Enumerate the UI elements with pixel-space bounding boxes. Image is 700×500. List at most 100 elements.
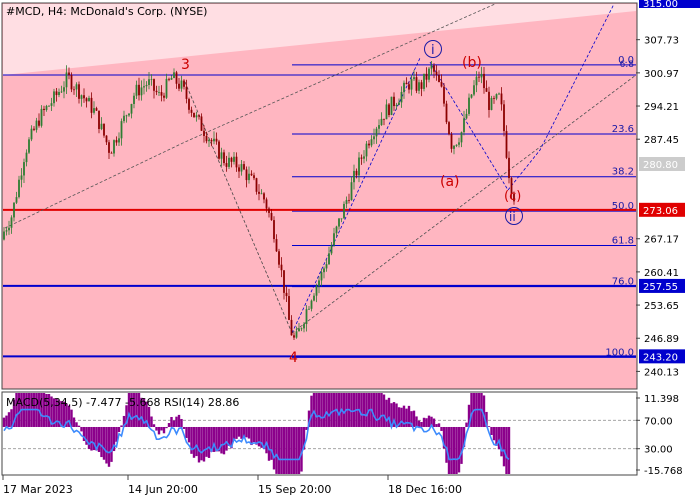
candle-body — [415, 77, 418, 91]
candle-body — [505, 131, 508, 158]
macd-histogram-bar — [487, 426, 491, 427]
macd-histogram-bar — [447, 426, 451, 474]
candle-body — [378, 125, 380, 129]
candle-body — [373, 136, 375, 140]
macd-histogram-bar — [292, 426, 296, 474]
macd-histogram-bar — [380, 393, 383, 427]
candle-body — [298, 328, 300, 332]
candle-body — [53, 91, 55, 104]
candle-body — [200, 116, 203, 131]
candle-body — [128, 113, 130, 116]
price-tick-label: 253.65 — [644, 301, 679, 312]
candle-body — [215, 138, 218, 142]
candle-body — [290, 319, 293, 336]
macd-histogram-bar — [460, 426, 463, 464]
candle-body — [275, 239, 278, 252]
candle-body — [140, 87, 143, 96]
candle-body — [213, 138, 215, 142]
macd-histogram-bar — [120, 425, 123, 427]
candle-body — [155, 90, 158, 93]
candle-body — [223, 152, 225, 164]
candle-body — [93, 108, 95, 113]
level-273-label: 273.06 — [643, 206, 678, 217]
candle-body — [450, 134, 453, 149]
macd-histogram-bar — [160, 426, 163, 431]
candle-body — [413, 77, 415, 80]
price-tick-label: 246.89 — [644, 334, 679, 345]
macd-histogram-bar — [415, 416, 418, 427]
candle-body — [123, 115, 125, 122]
candle-body — [273, 220, 275, 240]
candle-body — [398, 102, 400, 105]
candle-body — [430, 65, 433, 69]
macd-histogram-bar — [187, 426, 191, 443]
macd-histogram-bar — [205, 426, 208, 457]
candle-body — [160, 92, 163, 96]
candle-body — [70, 74, 73, 90]
macd-histogram-bar — [110, 426, 113, 462]
macd-histogram-bar — [102, 426, 106, 460]
candle-body — [358, 157, 360, 176]
candle-body — [158, 92, 160, 93]
candle-body — [248, 173, 250, 181]
candle-body — [173, 72, 175, 78]
candle-body — [348, 199, 350, 201]
candle-body — [463, 118, 465, 133]
macd-histogram-bar — [490, 426, 493, 436]
candle-body — [475, 76, 478, 86]
candle-body — [108, 142, 110, 153]
macd-histogram-bar — [502, 426, 506, 467]
candle-body — [338, 218, 340, 227]
price-tick-label: 294.21 — [644, 102, 679, 113]
macd-histogram-bar — [222, 426, 226, 455]
candle-body — [375, 128, 378, 137]
macd-histogram-bar — [75, 422, 78, 427]
candle-body — [20, 175, 23, 180]
candle-body — [78, 84, 80, 99]
candle-body — [45, 105, 48, 111]
candle-body — [190, 109, 193, 113]
level-257-label: 257.55 — [643, 282, 678, 293]
candle-body — [38, 120, 40, 126]
candle-body — [495, 94, 498, 99]
candle-body — [285, 292, 288, 297]
macd-histogram-bar — [237, 426, 241, 437]
macd-histogram-bar — [425, 418, 428, 427]
candle-body — [55, 91, 58, 96]
candle-body — [193, 112, 195, 118]
macd-histogram-bar — [295, 426, 298, 474]
macd-histogram-bar — [2, 417, 6, 427]
candle-body — [148, 79, 150, 85]
candle-body — [240, 164, 243, 172]
candle-body — [308, 308, 310, 310]
candle-body — [218, 141, 220, 159]
indicator-tick-label: 30.00 — [644, 445, 673, 456]
candle-body — [145, 84, 148, 87]
macd-histogram-bar — [77, 425, 81, 427]
candle-body — [325, 264, 328, 269]
macd-histogram-bar — [505, 426, 508, 474]
candle-body — [3, 231, 5, 240]
time-tick-label: 17 Mar 2023 — [3, 483, 73, 496]
candle-body — [435, 71, 438, 75]
price-tick-label: 300.97 — [644, 69, 679, 80]
candle-body — [483, 73, 485, 89]
candle-body — [343, 203, 345, 219]
macd-histogram-bar — [117, 426, 121, 432]
macd-histogram-bar — [267, 426, 271, 461]
candle-body — [203, 130, 205, 136]
candle-body — [390, 96, 393, 115]
candle-body — [185, 86, 188, 99]
candle-body — [453, 145, 455, 149]
candle-body — [163, 95, 165, 98]
macd-histogram-bar — [482, 395, 486, 427]
time-tick-label: 18 Dec 16:00 — [388, 483, 462, 496]
candle-body — [168, 78, 170, 80]
candle-body — [443, 86, 445, 104]
macd-histogram-bar — [252, 426, 256, 443]
candle-body — [318, 280, 320, 287]
candle-body — [75, 84, 78, 90]
time-tick-label: 15 Sep 20:00 — [258, 483, 331, 496]
macd-histogram-bar — [185, 426, 188, 438]
candle-body — [313, 295, 315, 301]
